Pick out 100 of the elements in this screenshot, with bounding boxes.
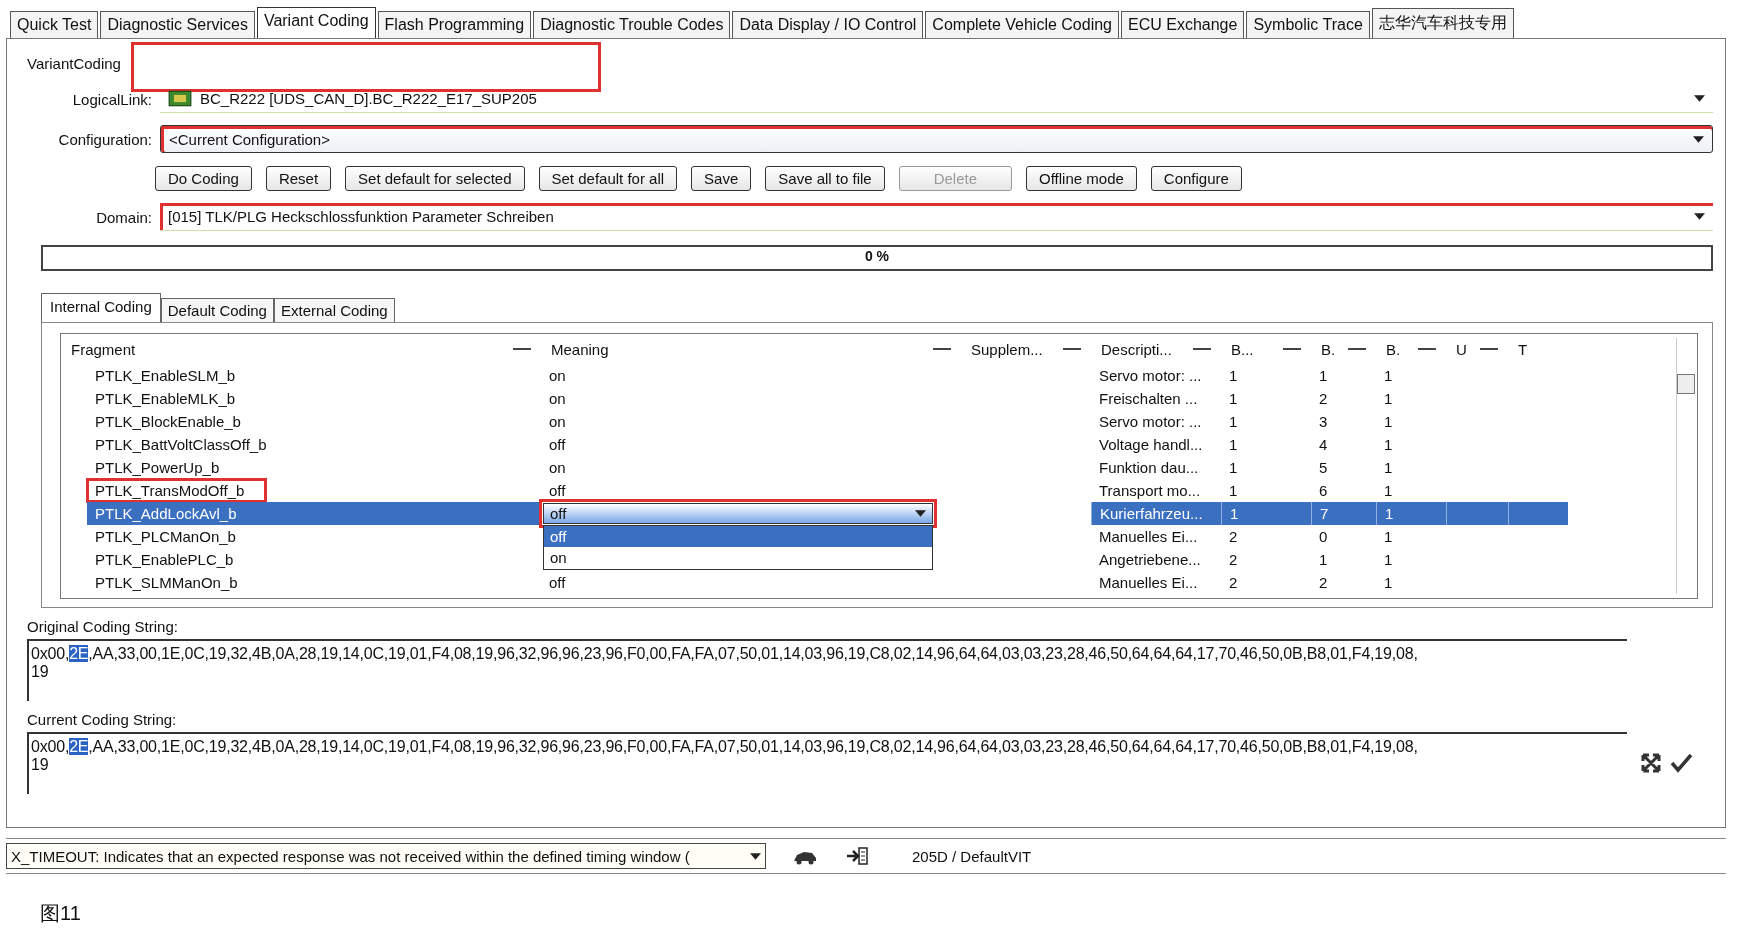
coding-string-field[interactable]: 0x00,2E,AA,33,00,1E,0C,19,32,4B,0A,28,19,14,0C,19,01,F4,08,19,96,32,96,96,23,96,F0,00,FA,FA,07,50,01,14,03,96,19,C8,02,14,96,64,64,03,03,23,28,46,50,64,64,64,17,70,46,50,0B,B8,01,F4,19,08, 19 [27,732,1627,794]
field-label: Original Coding String: [27,618,179,635]
selected-cell [1508,502,1568,525]
table-cell[interactable]: PTLK_PowerUp_b [95,459,220,476]
dropdown-option[interactable]: on [544,547,932,568]
table-cell: 1 [1319,367,1328,384]
table-cell[interactable]: PTLK_EnableMLK_b [95,390,236,407]
column-header[interactable]: T [1518,340,1528,358]
table-cell: 1 [1229,390,1238,407]
cross-arrows-icon[interactable] [1639,751,1663,775]
table-cell: 5 [1319,459,1328,476]
table-cell: on [549,459,566,476]
table-cell: 1 [1229,482,1238,499]
caret-icon[interactable] [1694,95,1705,102]
table-cell[interactable]: PTLK_SLMManOn_b [95,574,238,591]
table-cell: Servo motor: ... [1099,413,1202,430]
tab[interactable]: Diagnostic Trouble Codes [533,11,731,38]
vehicle-label: 205D / DefaultVIT [912,847,1032,865]
table-cell: 1 [1384,551,1393,568]
field-label: Configuration: [57,130,153,148]
table-cell: 1 [1230,505,1239,522]
column-header[interactable]: Meaning [551,340,609,358]
tab[interactable]: 志华汽车科技专用 [1371,8,1514,38]
table-cell: 1 [1229,459,1238,476]
tab[interactable]: Flash Programming [377,11,532,38]
tab[interactable]: Quick Test [10,11,99,38]
table-cell[interactable]: PTLK_EnablePLC_b [95,551,234,568]
table-cell: off [549,482,566,499]
table-cell: 1 [1384,459,1393,476]
table-cell: 3 [1319,413,1328,430]
table-cell: 1 [1385,505,1394,522]
table-cell: Freischalten ... [1099,390,1198,407]
configuration-dropdown[interactable]: <Current Configuration> [160,125,1713,153]
toolbar-button[interactable]: Reset [265,165,332,191]
error-message-dropdown[interactable]: X_TIMEOUT: Indicates that an expected response was not received within the defined timing window ( [6,843,766,869]
domain-dropdown[interactable]: [015] TLK/PLG Heckschlossfunktion Parameter Schreiben [160,203,1713,231]
ecu-icon [168,90,192,107]
tab[interactable]: Symbolic Trace [1246,11,1370,38]
table-cell: off [549,436,566,453]
table-cell: on [549,390,566,407]
table-cell: 1 [1229,436,1238,453]
table-cell[interactable]: PTLK_TransModOff_b [89,481,265,500]
toolbar-button[interactable]: Set default for selected [345,165,525,191]
toolbar-button[interactable]: Do Coding [155,165,252,191]
scrollbar[interactable] [1676,338,1695,594]
tab[interactable]: Complete Vehicle Coding [925,11,1119,38]
tab[interactable]: Variant Coding [256,7,376,38]
table-cell: Voltage handl... [1099,436,1203,453]
toolbar-button[interactable]: Set default for all [538,165,678,191]
tab[interactable]: Diagnostic Services [100,11,255,38]
caret-icon [915,510,926,517]
toolbar-button[interactable]: Offline mode [1026,165,1137,191]
table-cell: 7 [1320,505,1329,522]
tab[interactable]: External Coding [273,298,395,322]
column-header[interactable]: Fragment [71,340,136,358]
table-cell: Servo motor: ... [1099,367,1202,384]
toolbar-button[interactable]: Configure [1150,165,1242,191]
table-cell: Manuelles Ei... [1099,528,1198,545]
toolbar-button[interactable]: Save all to file [765,165,885,191]
table-cell: Transport mo... [1099,482,1201,499]
table-cell: 1 [1384,367,1393,384]
tab[interactable]: ECU Exchange [1121,11,1245,38]
table-cell[interactable]: PTLK_BattVoltClassOff_b [95,436,267,453]
table-cell: on [549,413,566,430]
caret-icon[interactable] [1694,213,1705,220]
column-header[interactable]: Descripti... [1101,340,1172,358]
tab[interactable]: Data Display / IO Control [732,11,924,38]
table-cell: 1 [1384,436,1393,453]
table-cell[interactable]: PTLK_BlockEnable_b [95,413,241,430]
group-title: VariantCoding [27,54,121,72]
tab[interactable]: Internal Coding [41,293,161,322]
table-cell: 0 [1319,528,1328,545]
tab[interactable]: Default Coding [160,298,274,322]
table-cell: 1 [1229,367,1238,384]
table-cell: Kurierfahrzeu... [1100,505,1203,522]
field-label: LogicalLink: [71,90,153,108]
table-cell[interactable]: PTLK_AddLockAvl_b [87,502,541,525]
column-header[interactable]: B... [1231,340,1254,358]
checkmark-icon[interactable] [1669,751,1693,775]
dropdown-option[interactable]: off [544,526,932,547]
table-cell[interactable]: PTLK_EnableSLM_b [95,367,236,384]
toolbar-button[interactable]: Save [691,165,752,191]
table-cell: on [549,367,566,384]
import-icon[interactable] [844,846,870,866]
table-cell: Funktion dau... [1099,459,1199,476]
progress-reading: 0 % [864,248,890,264]
field-label: Current Coding String: [27,711,178,728]
column-header[interactable]: Supplem... [971,340,1043,358]
table-cell: 1 [1384,482,1393,499]
logical-link-dropdown[interactable]: BC_R222 [UDS_CAN_D].BC_R222_E17_SUP205 [160,85,1713,113]
table-cell: 2 [1229,551,1238,568]
figure-caption: 图11 [40,901,82,926]
column-header[interactable]: B. [1321,340,1336,358]
table-cell[interactable]: PTLK_PLCManOn_b [95,528,236,545]
table-cell: 1 [1384,413,1393,430]
column-header[interactable]: B. [1386,340,1401,358]
column-header[interactable]: U [1456,340,1467,358]
table-cell: 1 [1384,528,1393,545]
coding-string-field[interactable]: 0x00,2E,AA,33,00,1E,0C,19,32,4B,0A,28,19,14,0C,19,01,F4,08,19,96,32,96,96,23,96,F0,00,FA,FA,07,50,01,14,03,96,19,C8,02,14,96,64,64,03,03,23,28,46,50,64,64,64,17,70,46,50,0B,B8,01,F4,19,08, 19 [27,639,1627,701]
caret-icon[interactable] [1693,135,1704,143]
